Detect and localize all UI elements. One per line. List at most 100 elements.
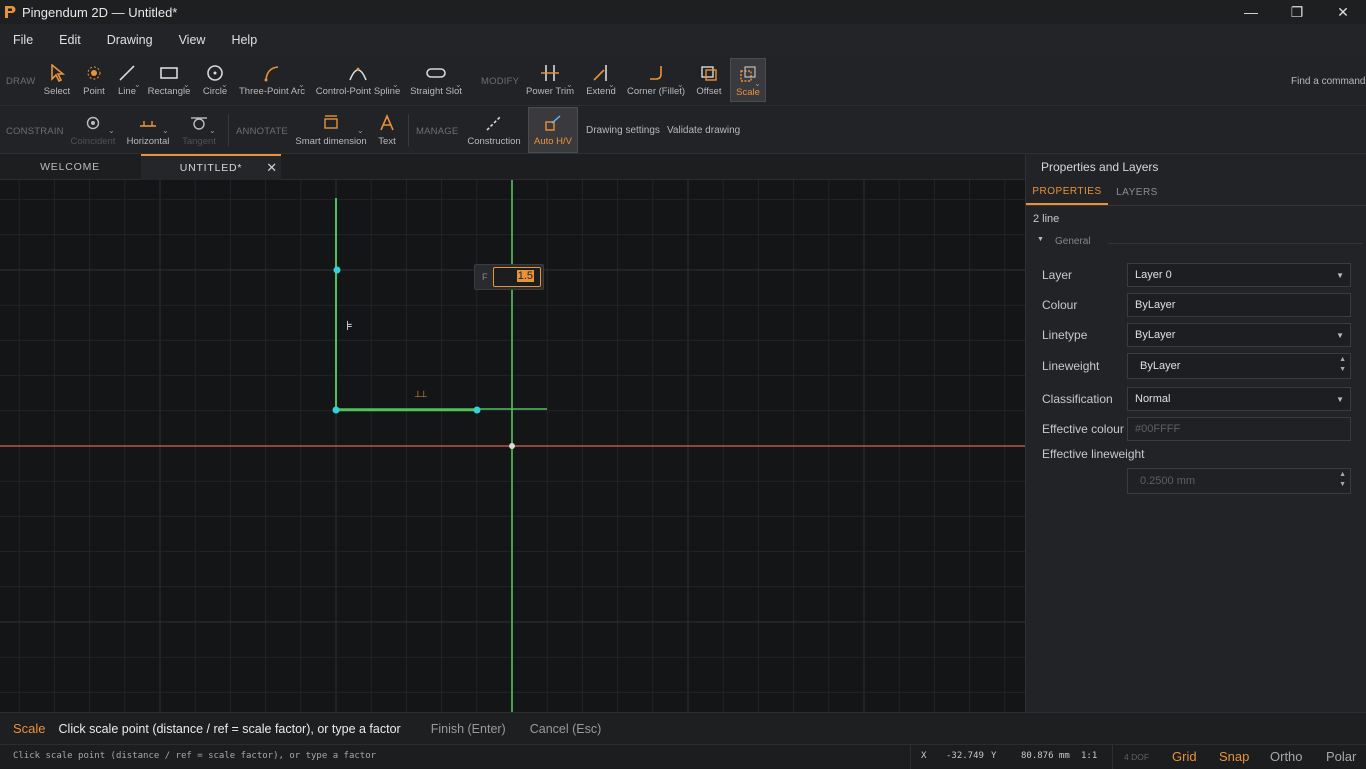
chevron-down-icon: ▼ <box>1037 236 1044 243</box>
dof-indicator: 4 DOF <box>1124 752 1150 762</box>
y-coordinate-label: Y <box>991 751 997 761</box>
ribbon-divider <box>228 114 229 146</box>
tangent-tool[interactable]: Tangent ⌄ <box>182 112 216 147</box>
chevron-down-icon[interactable]: ⌄ <box>677 80 684 89</box>
horizontal-constraint-tool[interactable]: Horizontal ⌄ <box>126 112 170 147</box>
line-endpoint[interactable] <box>333 266 341 274</box>
menu-bar: File Edit Drawing View Help <box>0 24 1366 56</box>
ribbon-divider <box>408 114 409 146</box>
smart-dimension-tool[interactable]: Smart dimension ⌄ <box>295 112 367 147</box>
chevron-down-icon[interactable]: ⌄ <box>183 80 190 89</box>
finish-button[interactable]: Finish (Enter) <box>431 722 506 736</box>
colour-field[interactable]: ByLayer <box>1127 293 1351 317</box>
polar-toggle[interactable]: Polar <box>1326 749 1356 764</box>
draw-section-label: DRAW <box>6 76 36 87</box>
window-title: Pingendum 2D — Untitled* <box>22 4 178 20</box>
minimize-button[interactable]: — <box>1228 0 1274 24</box>
linetype-label: Linetype <box>1042 328 1088 342</box>
point-icon <box>82 62 106 84</box>
chevron-down-icon[interactable]: ⌄ <box>754 79 761 88</box>
tab-layers[interactable]: LAYERS <box>1108 180 1166 205</box>
text-tool[interactable]: Text <box>374 112 400 147</box>
slot-icon <box>424 62 448 84</box>
classification-select[interactable]: Normal ▼ <box>1127 387 1351 411</box>
horizontal-constraint-marker[interactable]: ⊥⊥ <box>414 389 428 400</box>
corner-fillet-tool[interactable]: Corner (Fillet) ⌄ <box>627 62 685 97</box>
close-tab-icon[interactable]: ✕ <box>266 160 278 176</box>
chevron-down-icon[interactable]: ⌄ <box>357 126 364 135</box>
ortho-toggle[interactable]: Ortho <box>1270 749 1303 764</box>
vertical-constraint-icon[interactable]: ⊧ <box>346 318 353 334</box>
active-command: Scale <box>13 721 46 736</box>
chevron-down-icon: ▼ <box>1336 394 1344 404</box>
coincident-icon <box>81 112 105 134</box>
chevron-down-icon[interactable]: ⌄ <box>298 80 305 89</box>
chevron-down-icon[interactable]: ⌄ <box>162 126 169 135</box>
corner-point[interactable] <box>332 406 340 414</box>
panel-divider <box>1026 205 1366 206</box>
app-logo-icon <box>4 5 16 19</box>
line-tool[interactable]: Line ⌄ <box>114 62 141 97</box>
chevron-down-icon[interactable]: ⌄ <box>455 80 462 89</box>
restore-button[interactable]: ❐ <box>1274 0 1320 24</box>
command-bar: Scale Click scale point (distance / ref … <box>0 712 1366 744</box>
menu-edit[interactable]: Edit <box>46 33 94 47</box>
chevron-down-icon[interactable]: ⌄ <box>221 80 228 89</box>
x-coordinate-label: X <box>921 751 927 761</box>
fillet-icon <box>644 62 668 84</box>
snap-toggle[interactable]: Snap <box>1219 749 1249 764</box>
close-window-button[interactable]: ✕ <box>1320 0 1366 24</box>
validate-drawing-button[interactable]: Validate drawing <box>667 125 740 136</box>
effective-lineweight-field: 0.2500 mm ▲ ▼ <box>1127 468 1351 494</box>
general-group-header[interactable]: ▼ General <box>1026 234 1366 250</box>
select-tool[interactable]: Select <box>42 62 72 97</box>
coincident-tool[interactable]: Coincident ⌄ <box>70 112 116 147</box>
menu-view[interactable]: View <box>166 33 219 47</box>
point-tool[interactable]: Point <box>79 62 109 97</box>
rectangle-tool[interactable]: Rectangle ⌄ <box>148 62 190 97</box>
drawing-settings-button[interactable]: Drawing settings <box>586 125 660 136</box>
three-point-arc-tool[interactable]: Three-Point Arc ⌄ <box>238 62 306 97</box>
straight-slot-tool[interactable]: Straight Slot ⌄ <box>410 62 462 97</box>
scale-ratio: 1:1 <box>1081 751 1098 761</box>
circle-tool[interactable]: Circle ⌄ <box>202 62 228 97</box>
spinner-arrows-icon[interactable]: ▲ ▼ <box>1339 355 1346 375</box>
tab-properties[interactable]: PROPERTIES <box>1026 180 1108 205</box>
line-endpoint[interactable] <box>473 406 481 414</box>
tab-untitled[interactable]: UNTITLED* ✕ <box>141 154 281 180</box>
power-trim-tool[interactable]: Power Trim ⌄ <box>526 62 574 97</box>
construction-tool[interactable]: Construction <box>467 112 521 147</box>
lineweight-spinbox[interactable]: ByLayer ▲ ▼ <box>1127 353 1351 379</box>
constrain-section-label: CONSTRAIN <box>6 126 64 137</box>
drawing-canvas[interactable]: ⊧ ⊥⊥ F 1.5 <box>0 180 1025 712</box>
grid-toggle[interactable]: Grid <box>1172 749 1197 764</box>
chevron-down-icon[interactable]: ⌄ <box>134 80 141 89</box>
linetype-select[interactable]: ByLayer ▼ <box>1127 323 1351 347</box>
control-point-spline-tool[interactable]: Control-Point Spline ⌄ <box>316 62 400 97</box>
layer-select[interactable]: Layer 0 ▼ <box>1127 263 1351 287</box>
text-icon <box>375 112 399 134</box>
chevron-down-icon[interactable]: ⌄ <box>566 80 573 89</box>
y-coordinate-value: 80.876 mm <box>1021 751 1070 761</box>
extend-tool[interactable]: Extend ⌄ <box>584 62 618 97</box>
find-command-button[interactable]: Find a command <box>1291 76 1365 87</box>
modify-section-label: MODIFY <box>481 76 520 87</box>
chevron-down-icon[interactable]: ⌄ <box>392 80 399 89</box>
effective-colour-label: Effective colour <box>1042 422 1124 436</box>
scale-factor-input[interactable]: 1.5 <box>493 267 541 287</box>
menu-drawing[interactable]: Drawing <box>94 33 166 47</box>
offset-tool[interactable]: Offset <box>694 62 724 97</box>
auto-hv-toggle[interactable]: Auto H/V <box>528 107 578 153</box>
scale-tool[interactable]: Scale ⌄ <box>730 58 766 102</box>
ribbon-draw-modify: DRAW Select Point Line ⌄ Rectangle ⌄ Cir… <box>0 56 1366 106</box>
chevron-down-icon[interactable]: ⌄ <box>108 126 115 135</box>
cancel-button[interactable]: Cancel (Esc) <box>530 722 602 736</box>
tab-welcome[interactable]: WELCOME <box>0 154 140 180</box>
chevron-down-icon[interactable]: ⌄ <box>209 126 216 135</box>
colour-label: Colour <box>1042 298 1078 312</box>
classification-label: Classification <box>1042 392 1113 406</box>
chevron-down-icon[interactable]: ⌄ <box>608 80 615 89</box>
menu-help[interactable]: Help <box>218 33 270 47</box>
construction-line-icon <box>482 112 506 134</box>
menu-file[interactable]: File <box>0 33 46 47</box>
